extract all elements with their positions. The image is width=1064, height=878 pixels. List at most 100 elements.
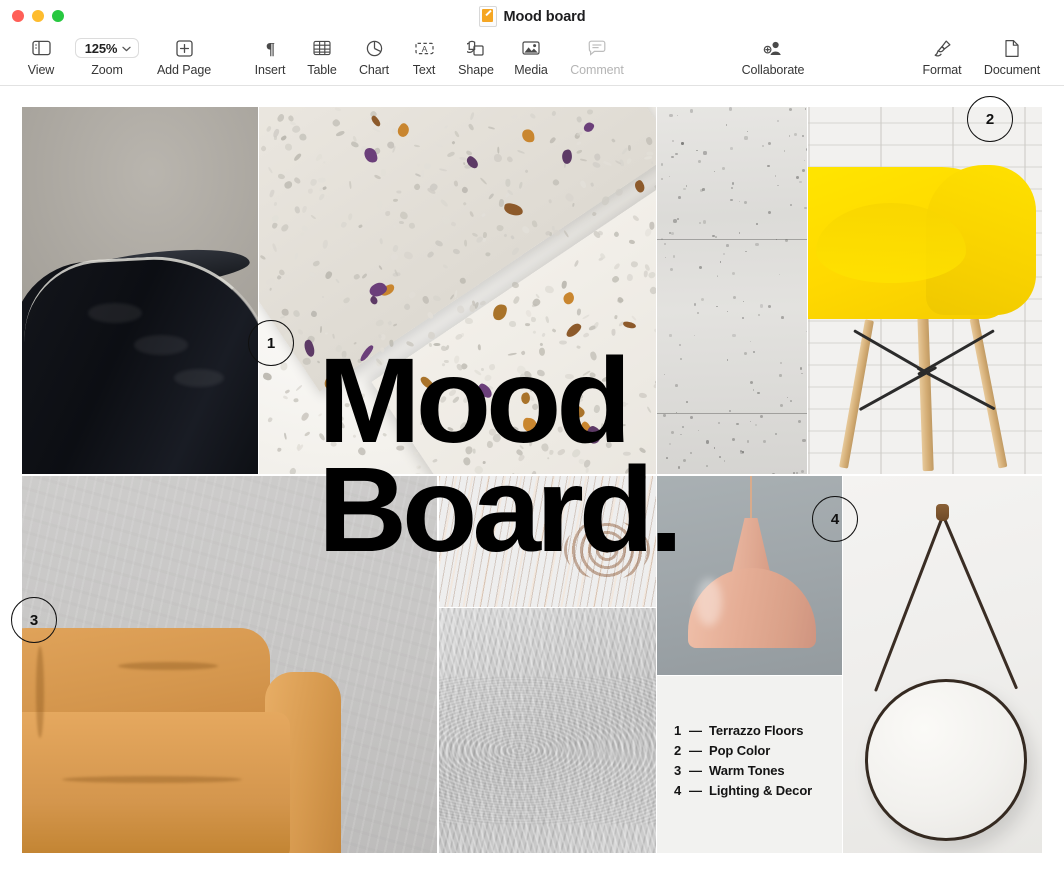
terrazzo-chip	[302, 225, 309, 231]
concrete-speck	[753, 351, 754, 352]
concrete-speck	[712, 235, 715, 238]
concrete-speck	[716, 306, 717, 307]
terrazzo-chip	[348, 213, 352, 220]
concrete-speck	[690, 452, 692, 454]
concrete-speck	[744, 136, 747, 139]
concrete-speck	[726, 244, 729, 247]
insert-button[interactable]: ¶ Insert	[244, 32, 296, 77]
terrazzo-chip	[309, 178, 317, 187]
badge-terrazzo[interactable]: 1	[248, 320, 294, 366]
legend-dash: —	[689, 723, 702, 738]
terrazzo-chip	[613, 231, 620, 238]
badge-warm-tones[interactable]: 3	[11, 597, 57, 643]
concrete-speck	[747, 131, 748, 132]
paintbrush-icon	[933, 35, 952, 61]
image-concrete-wall[interactable]	[657, 107, 807, 474]
terrazzo-chip	[590, 182, 595, 187]
terrazzo-chip	[291, 124, 302, 134]
terrazzo-chip	[325, 270, 334, 279]
badge-lighting-decor[interactable]: 4	[812, 496, 858, 542]
terrazzo-chip	[493, 154, 501, 162]
terrazzo-chip	[605, 441, 613, 449]
zoom-value-pill[interactable]: 125%	[75, 35, 139, 61]
image-terrazzo-slab[interactable]	[259, 107, 656, 474]
terrazzo-chip	[531, 470, 537, 474]
view-button[interactable]: View	[14, 32, 68, 77]
chart-button[interactable]: Chart	[348, 32, 400, 77]
concrete-speck	[683, 188, 686, 191]
image-pendant-lamp[interactable]	[657, 476, 842, 675]
terrazzo-chip	[488, 363, 496, 371]
image-yellow-chair[interactable]	[808, 107, 1042, 474]
terrazzo-chip	[358, 393, 366, 401]
mirror-wall-peg	[936, 504, 949, 521]
concrete-speck	[739, 201, 740, 202]
concrete-speck	[720, 261, 721, 262]
comment-button[interactable]: Comment	[558, 32, 636, 77]
concrete-speck	[747, 440, 749, 442]
format-button[interactable]: Format	[910, 32, 974, 77]
terrazzo-chip	[326, 369, 331, 374]
shape-label: Shape	[458, 63, 494, 77]
image-tan-leather-sofa[interactable]	[22, 476, 437, 853]
concrete-speck	[775, 175, 777, 177]
shape-button[interactable]: Shape	[448, 32, 504, 77]
zoom-control[interactable]: 125% Zoom	[68, 32, 146, 77]
document-page[interactable]: 1—Terrazzo Floors2—Pop Color3—Warm Tones…	[8, 87, 1056, 870]
concrete-speck	[714, 171, 715, 172]
terrazzo-chip	[540, 343, 544, 347]
collaborate-button[interactable]: Collaborate	[727, 32, 819, 77]
terrazzo-chip	[260, 255, 266, 260]
document-button[interactable]: Document	[974, 32, 1050, 77]
terrazzo-chip	[318, 413, 323, 417]
text-button[interactable]: A Text	[400, 32, 448, 77]
terrazzo-chip	[539, 348, 546, 357]
terrazzo-chip	[294, 206, 300, 214]
chart-label: Chart	[359, 63, 389, 77]
terrazzo-chip	[546, 457, 549, 460]
table-grid-icon	[313, 35, 331, 61]
terrazzo-chip	[616, 405, 622, 412]
speech-bubble-icon	[588, 35, 606, 61]
legend-dash: —	[689, 783, 702, 798]
terrazzo-chip	[394, 198, 399, 201]
concrete-speck	[757, 392, 759, 394]
terrazzo-chip	[276, 448, 281, 453]
image-wood-grain[interactable]	[439, 476, 656, 607]
mood-board-layout: 1—Terrazzo Floors2—Pop Color3—Warm Tones…	[22, 107, 1042, 853]
image-round-mirror[interactable]	[843, 476, 1042, 853]
badge-number: 2	[986, 111, 994, 128]
terrazzo-chip	[342, 297, 351, 305]
table-label: Table	[307, 63, 336, 77]
terrazzo-chip	[511, 246, 520, 256]
badge-pop-color[interactable]: 2	[967, 96, 1013, 142]
terrazzo-chip	[349, 181, 352, 190]
terrazzo-chip	[541, 333, 546, 338]
concrete-speck	[760, 304, 763, 307]
media-button[interactable]: Media	[504, 32, 558, 77]
terrazzo-chip	[644, 228, 652, 238]
terrazzo-chip	[621, 147, 628, 155]
image-grey-fur[interactable]	[439, 608, 656, 853]
terrazzo-chip	[649, 221, 655, 229]
terrazzo-chip	[322, 239, 328, 248]
concrete-speck	[742, 317, 744, 319]
table-button[interactable]: Table	[296, 32, 348, 77]
concrete-speck	[715, 236, 717, 238]
terrazzo-chip	[332, 333, 335, 338]
terrazzo-chip	[322, 296, 325, 299]
terrazzo-chip	[334, 223, 338, 229]
terrazzo-chip	[630, 261, 639, 269]
document-canvas[interactable]: 1—Terrazzo Floors2—Pop Color3—Warm Tones…	[0, 87, 1064, 878]
concrete-speck	[664, 374, 665, 375]
terrazzo-chip	[278, 173, 286, 179]
terrazzo-chip	[268, 167, 273, 174]
add-page-button[interactable]: Add Page	[146, 32, 222, 77]
image-black-leather-chair[interactable]	[22, 107, 258, 474]
sidebar-icon	[32, 35, 51, 61]
concrete-speck	[729, 107, 732, 110]
sofa-seam	[62, 776, 242, 783]
terrazzo-chip	[626, 157, 632, 164]
terrazzo-chip	[272, 222, 279, 229]
concrete-speck	[696, 150, 697, 151]
